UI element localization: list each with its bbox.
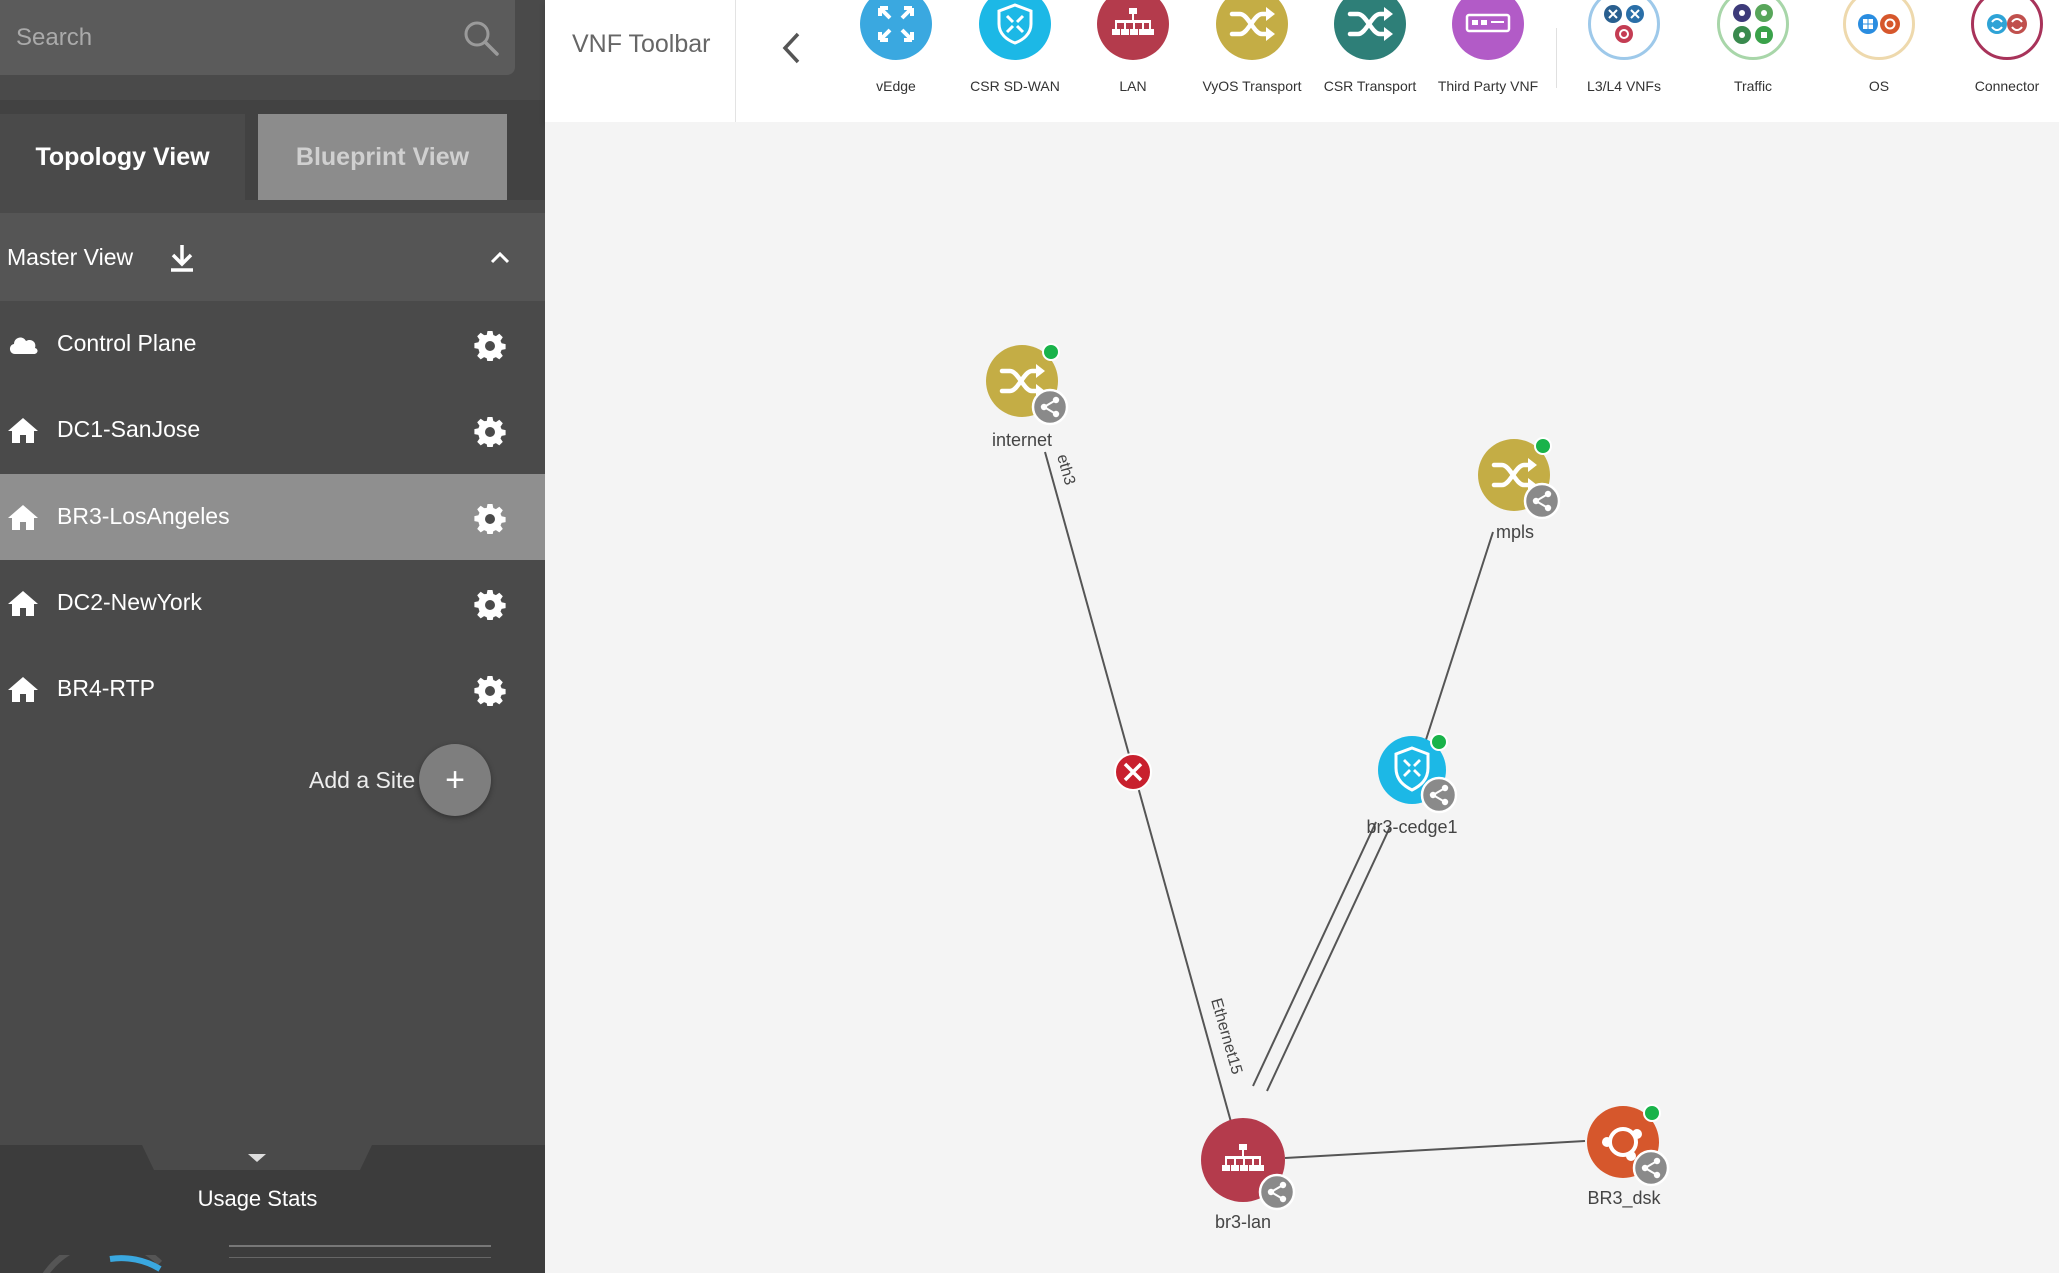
- site-row-br3-losangeles[interactable]: BR3-LosAngeles: [0, 474, 545, 560]
- status-online-indicator: [1643, 1104, 1661, 1122]
- os-icon: [1843, 0, 1915, 60]
- appliance-icon: [1452, 0, 1524, 60]
- download-icon[interactable]: [168, 243, 196, 273]
- home-icon: [8, 677, 38, 702]
- search-box: [0, 0, 515, 75]
- node-label-br3-dsk: BR3_dsk: [1587, 1188, 1661, 1209]
- share-icon: [1523, 482, 1561, 520]
- site-row-control-plane[interactable]: Control Plane: [0, 301, 545, 387]
- home-icon: [8, 505, 38, 530]
- search-icon[interactable]: [461, 18, 501, 58]
- sidebar: Topology View Blueprint View Master View…: [0, 0, 545, 1273]
- status-online-indicator: [1534, 437, 1552, 455]
- node-br3-cedge1[interactable]: [1378, 733, 1458, 814]
- search-input[interactable]: [0, 0, 440, 75]
- node-internet[interactable]: [986, 343, 1069, 426]
- tool-os[interactable]: OS: [1819, 0, 1939, 110]
- node-label-internet: internet: [992, 430, 1052, 450]
- tool-l3-l4-vnfs[interactable]: L3/L4 VNFs: [1564, 0, 1684, 110]
- add-site-label: Add a Site: [309, 767, 416, 793]
- master-view-label: Master View: [7, 243, 134, 270]
- home-icon: [8, 591, 38, 616]
- node-br3-lan[interactable]: [1201, 1118, 1296, 1211]
- vnf-group-icon: [1588, 0, 1660, 60]
- node-label-mpls: mpls: [1496, 522, 1534, 542]
- csr-sdwan-icon: [979, 0, 1051, 60]
- link-label-ethernet15: Ethernet15: [1207, 996, 1245, 1076]
- share-icon: [1632, 1149, 1670, 1187]
- site-label: DC1-SanJose: [57, 416, 201, 442]
- share-icon: [1420, 776, 1458, 814]
- toolbar-title: VNF Toolbar: [572, 30, 711, 58]
- site-label: BR4-RTP: [57, 675, 155, 701]
- node-mpls[interactable]: [1478, 437, 1561, 520]
- tab-topology-view[interactable]: Topology View: [0, 114, 245, 200]
- view-tabs: Topology View Blueprint View: [0, 100, 545, 200]
- vnf-toolbar: VNF Toolbar vEdge CSR SD-WAN LAN VyOS Tr…: [545, 0, 2059, 122]
- node-label-br3-lan: br3-lan: [1215, 1212, 1271, 1232]
- vedge-icon: [860, 0, 932, 60]
- chevron-up-icon[interactable]: [488, 246, 512, 270]
- chevron-left-icon[interactable]: [778, 30, 806, 66]
- gear-icon[interactable]: [474, 415, 506, 447]
- usage-graph: [229, 1245, 491, 1273]
- tool-label: Connector: [1974, 78, 2040, 94]
- link-label-eth3: eth3: [1053, 452, 1078, 487]
- usage-stats-label: Usage Stats: [197, 1186, 318, 1211]
- status-online-indicator: [1042, 343, 1060, 361]
- usage-stats-panel: Usage Stats: [0, 1145, 545, 1273]
- site-row-br4-rtp[interactable]: BR4-RTP: [0, 646, 545, 732]
- toolbar-divider: [735, 0, 736, 122]
- lan-switch-icon: [1097, 0, 1169, 60]
- gear-icon[interactable]: [474, 502, 506, 534]
- usage-gauge: [42, 1255, 163, 1273]
- link-down-marker[interactable]: [1114, 753, 1152, 791]
- connector-icon: [1971, 0, 2043, 60]
- link-br3-lan-br3-dsk[interactable]: [1284, 1140, 1586, 1159]
- node-label-br3-cedge1: br3-cedge1: [1366, 817, 1457, 837]
- tab-blueprint-view[interactable]: Blueprint View: [258, 114, 507, 200]
- shuffle-icon: [1216, 0, 1288, 60]
- traffic-icon: [1717, 0, 1789, 60]
- home-icon: [8, 418, 38, 443]
- master-view-row[interactable]: Master View: [0, 213, 545, 301]
- site-row-dc1-sanjose[interactable]: DC1-SanJose: [0, 387, 545, 473]
- topology-canvas[interactable]: eth3 Ethernet15 internet mpls br3-cedge1…: [545, 122, 2059, 1273]
- tool-connector[interactable]: Connector: [1947, 0, 2059, 110]
- site-label: Control Plane: [57, 330, 197, 356]
- topology-links: [1044, 451, 1586, 1159]
- shuffle-icon: [1334, 0, 1406, 60]
- link-mpls-br3-cedge1[interactable]: [1422, 531, 1494, 750]
- link-br3-cedge1-br3-lan-2[interactable]: [1266, 826, 1391, 1092]
- gear-icon[interactable]: [474, 588, 506, 620]
- site-label: BR3-LosAngeles: [57, 503, 230, 529]
- node-br3-dsk[interactable]: [1587, 1104, 1670, 1187]
- share-icon: [1031, 388, 1069, 426]
- tool-third-party-vnf[interactable]: Third Party VNF: [1428, 0, 1548, 110]
- link-br3-cedge1-br3-lan-1[interactable]: [1252, 821, 1377, 1087]
- cloud-icon: [9, 337, 38, 354]
- tool-traffic[interactable]: Traffic: [1693, 0, 1813, 110]
- add-site-button[interactable]: +: [419, 744, 491, 816]
- gear-icon[interactable]: [474, 674, 506, 706]
- site-label: DC2-NewYork: [57, 589, 202, 615]
- topology-graph: eth3 Ethernet15 internet mpls br3-cedge1…: [986, 343, 1670, 1232]
- usage-stats-toggle[interactable]: [142, 1145, 372, 1170]
- status-online-indicator: [1430, 733, 1448, 751]
- share-icon: [1258, 1173, 1296, 1211]
- gear-icon[interactable]: [474, 329, 506, 361]
- site-row-dc2-newyork[interactable]: DC2-NewYork: [0, 560, 545, 646]
